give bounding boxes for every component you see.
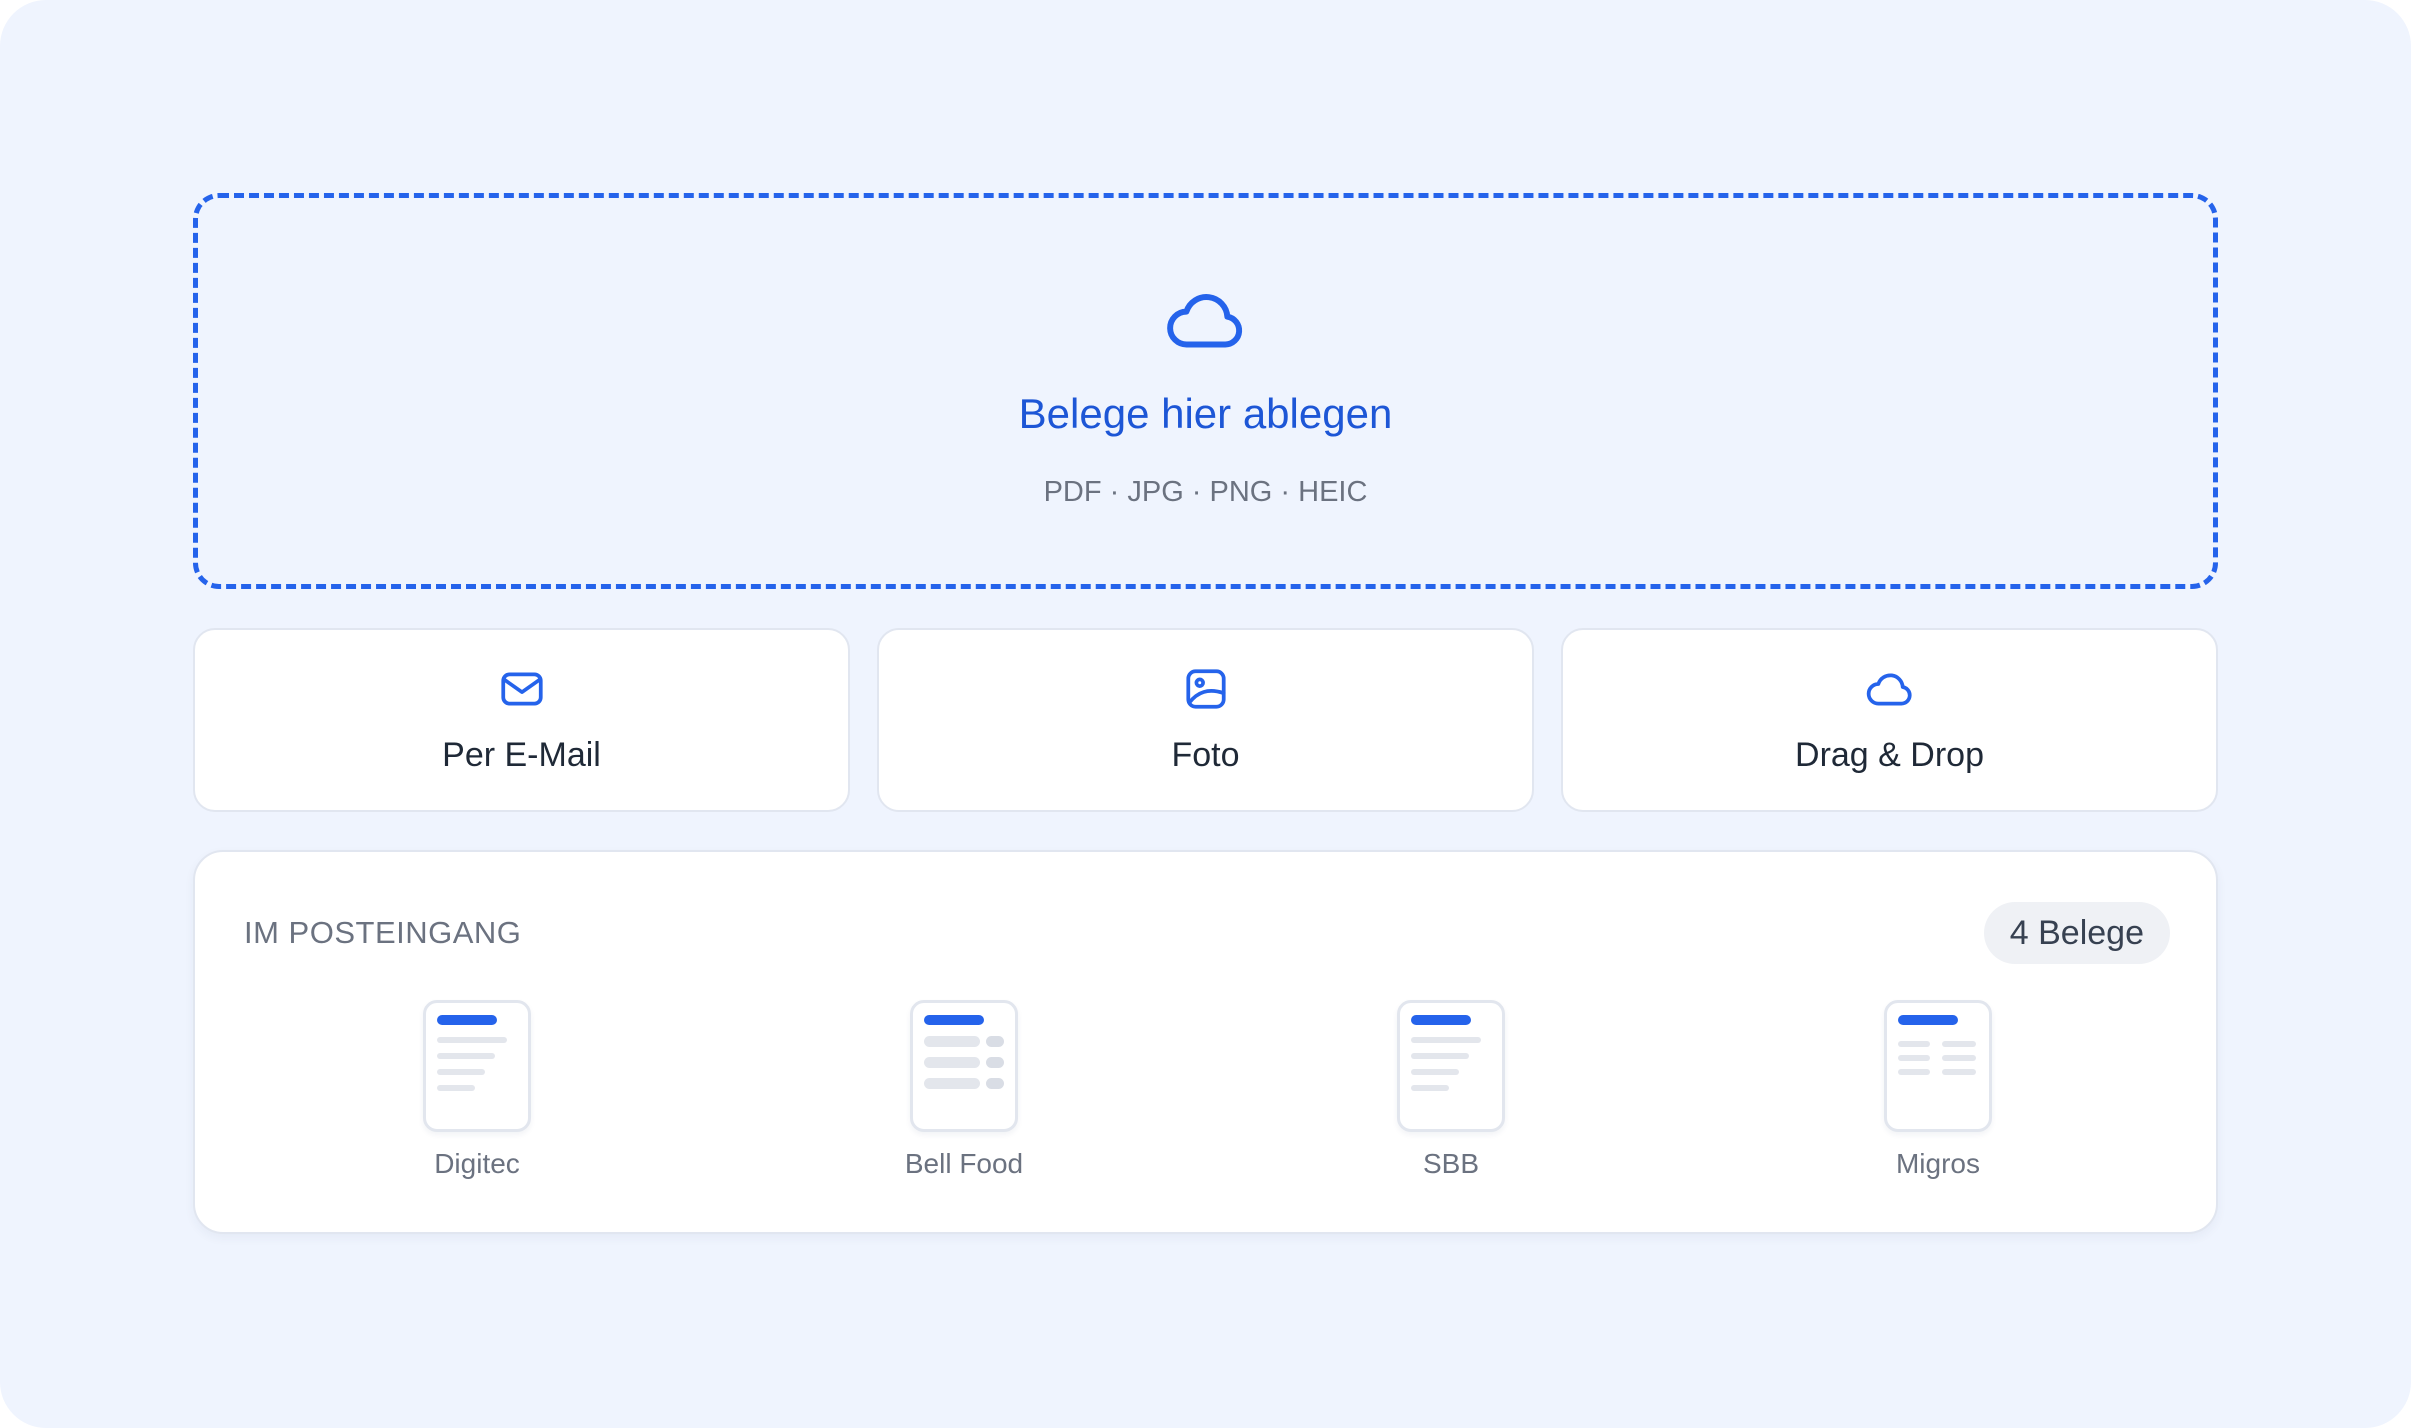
receipt-name: SBB — [1422, 1148, 1480, 1179]
dropzone-title: Belege hier ablegen — [1018, 390, 1393, 437]
upload-options: Per E-Mail Foto Drag & Drop — [193, 628, 2218, 812]
receipt-name: Bell Food — [904, 1148, 1024, 1179]
cloud-icon — [1866, 673, 1912, 706]
cloud-icon — [1166, 294, 1242, 348]
receipt-count-badge: 4 Belege — [1983, 902, 2170, 964]
option-dragdrop-label: Drag & Drop — [1795, 736, 1984, 774]
receipt-item-sbb[interactable]: SBB — [1321, 1000, 1581, 1200]
receipt-name: Migros — [1895, 1148, 1980, 1179]
upload-screen: Belege hier ablegen PDF · JPG · PNG · HE… — [0, 0, 2411, 1428]
option-email-button[interactable]: Per E-Mail — [193, 628, 850, 812]
document-table-icon — [910, 1000, 1018, 1132]
receipt-item-bell-food[interactable]: Bell Food — [834, 1000, 1094, 1200]
option-photo-label: Foto — [1171, 736, 1240, 774]
option-photo-button[interactable]: Foto — [877, 628, 1534, 812]
document-lines-icon — [1397, 1000, 1505, 1132]
accepted-formats: PDF · JPG · PNG · HEIC — [1043, 476, 1368, 508]
inbox-panel: IM POSTEINGANG 4 Belege Digitec Bell Foo… — [193, 850, 2218, 1234]
receipt-item-migros[interactable]: Migros — [1808, 1000, 2068, 1200]
image-icon — [1185, 669, 1226, 709]
receipt-dropzone[interactable]: Belege hier ablegen PDF · JPG · PNG · HE… — [193, 193, 2218, 589]
option-dragdrop-button[interactable]: Drag & Drop — [1561, 628, 2218, 812]
option-email-label: Per E-Mail — [442, 736, 601, 774]
inbox-heading: IM POSTEINGANG — [244, 915, 522, 950]
receipt-item-digitec[interactable]: Digitec — [347, 1000, 607, 1200]
document-columns-icon — [1884, 1000, 1992, 1132]
mail-icon — [500, 672, 543, 706]
document-lines-icon — [423, 1000, 531, 1132]
receipt-name: Digitec — [434, 1148, 520, 1179]
